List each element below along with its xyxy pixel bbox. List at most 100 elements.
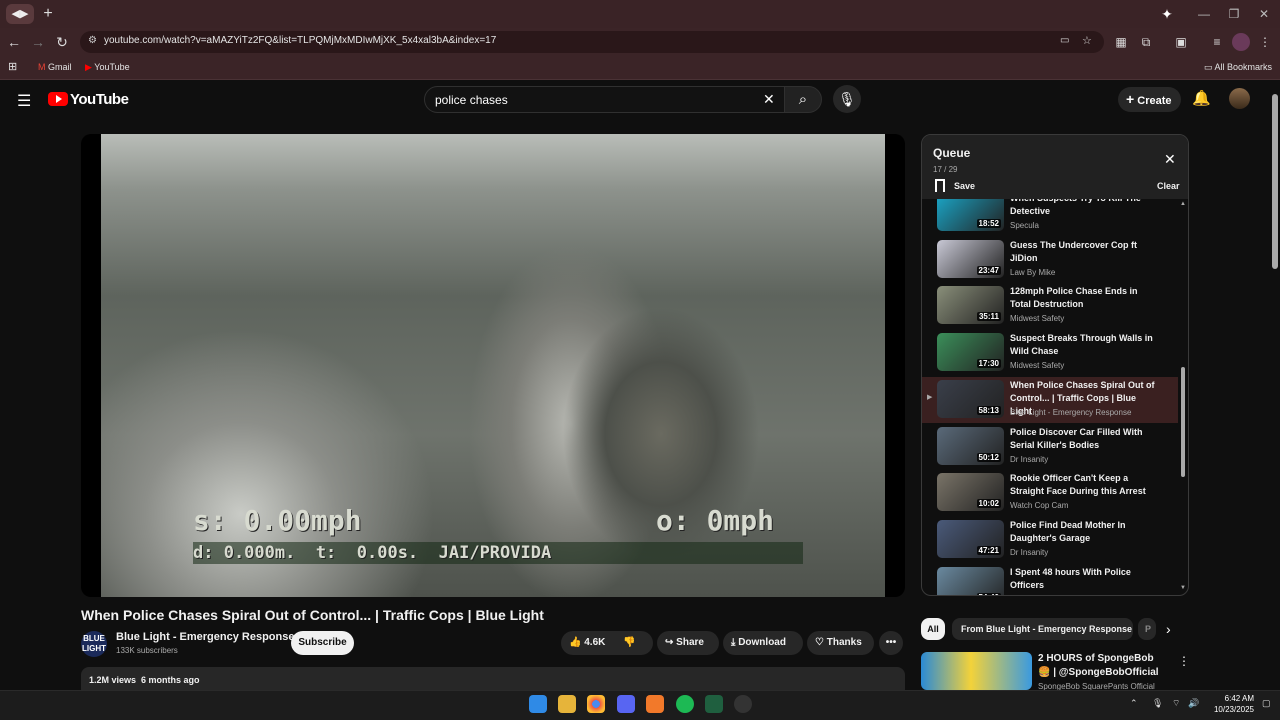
queue-item[interactable]: ▶ 58:13 When Police Chases Spiral Out of C… [922, 376, 1178, 423]
subscribe-button[interactable]: Subscribe [291, 631, 354, 655]
channel-name[interactable]: Blue Light - Emergency Response [116, 631, 294, 643]
new-tab-button[interactable]: + [40, 4, 56, 24]
queue-item[interactable]: 17:30 Suspect Breaks Through Walls in Wil… [922, 330, 1178, 376]
queue-item-title[interactable]: Guess The Undercover Cop ft JiDion [1010, 239, 1160, 265]
recommendation-thumbnail[interactable] [921, 652, 1032, 690]
chip-partial[interactable]: P [1138, 618, 1156, 640]
like-button[interactable]: 👍 4.6K [569, 637, 605, 648]
bookmark-star-icon[interactable]: ☆ [1082, 34, 1092, 47]
queue-item-title[interactable]: I Spent 48 hours With Police Officers [1010, 566, 1160, 592]
queue-item-thumbnail[interactable]: 47:21 [937, 519, 1004, 558]
close-queue-icon[interactable]: ✕ [1164, 151, 1176, 168]
chip-from-channel[interactable]: From Blue Light - Emergency Response [952, 618, 1133, 640]
queue-item[interactable]: 18:52 When Suspects Try To Kill The Detec… [922, 199, 1178, 236]
plus-icon: + [1126, 91, 1135, 107]
wifi-icon[interactable]: ⌔ [1172, 698, 1180, 709]
extension-icon[interactable]: ▦ [1112, 33, 1130, 51]
restore-button[interactable]: ❐ [1224, 4, 1244, 24]
browser-tab[interactable]: ◀▶ [6, 4, 34, 24]
excel-icon[interactable] [705, 695, 723, 713]
save-bookmark-icon[interactable] [935, 179, 945, 192]
profile-avatar-icon[interactable] [1232, 33, 1250, 51]
queue-item-thumbnail[interactable]: 35:11 [937, 286, 1004, 325]
queue-item-thumbnail[interactable]: 58:13 [937, 379, 1004, 418]
hamburger-menu-icon[interactable]: ☰ [17, 91, 31, 111]
back-icon[interactable]: ← [4, 32, 24, 52]
queue-item-title[interactable]: 128mph Police Chase Ends in Total Destru… [1010, 285, 1160, 311]
close-window-button[interactable]: ✕ [1254, 4, 1274, 24]
notification-center-icon[interactable]: ▢ [1262, 698, 1271, 709]
recommendation-title[interactable]: 2 HOURS of SpongeBob 🍔 | @SpongeBobOffic… [1038, 652, 1168, 680]
all-bookmarks-button[interactable]: ▭ All Bookmarks [1204, 60, 1272, 74]
clear-search-icon[interactable]: ✕ [763, 91, 775, 108]
queue-item-thumbnail[interactable]: 17:30 [937, 333, 1004, 372]
tab-search-icon[interactable]: ▣ [1172, 33, 1190, 51]
queue-item-title[interactable]: Police Discover Car Filled With Serial K… [1010, 426, 1160, 452]
youtube-logo-icon[interactable] [48, 92, 68, 106]
queue-item-title[interactable]: When Suspects Try To Kill The Detective [1010, 199, 1160, 218]
recommendation-menu-icon[interactable]: ⋮ [1178, 654, 1190, 668]
voice-search-button[interactable]: 🎙 [833, 85, 861, 113]
queue-item[interactable]: 10:02 Rookie Officer Can't Keep a Straigh… [922, 470, 1178, 516]
address-bar[interactable]: ⚙ youtube.com/watch?v=aMAZYiTz2FQ&list=T… [80, 31, 1104, 53]
bookmark-gmail[interactable]: M Gmail [38, 60, 72, 74]
scroll-down-icon[interactable]: ▼ [1180, 585, 1186, 591]
browser-menu-icon[interactable]: ⋮ [1256, 33, 1274, 51]
queue-item-title[interactable]: Police Find Dead Mother In Daughter's Ga… [1010, 519, 1160, 545]
queue-item-thumbnail[interactable]: 23:47 [937, 239, 1004, 278]
volume-icon[interactable]: 🔊 [1188, 698, 1199, 709]
queue-item[interactable]: 23:47 Guess The Undercover Cop ft JiDion L… [922, 237, 1178, 283]
install-icon[interactable]: ▭ [1060, 35, 1069, 46]
queue-item[interactable]: 35:11 128mph Police Chase Ends in Total D… [922, 283, 1178, 329]
apps-grid-icon[interactable]: ⊞ [8, 60, 17, 74]
download-button[interactable]: ⤓ Download [723, 631, 803, 655]
video-player[interactable]: s: 0.00mph o: 0mph d: 0.000m. t: 0.00s. … [81, 134, 905, 597]
file-explorer-icon[interactable] [558, 695, 576, 713]
channel-avatar[interactable]: BLUE LIGHT [81, 631, 107, 657]
spotify-icon[interactable] [676, 695, 694, 713]
more-actions-button[interactable]: ••• [879, 631, 903, 655]
search-input[interactable]: police chases ✕ [424, 86, 786, 113]
extensions-puzzle-icon[interactable]: ⧉ [1137, 33, 1155, 51]
chip-all[interactable]: All [921, 618, 945, 640]
youtube-logo-text[interactable]: YouTube [70, 91, 129, 108]
clear-button[interactable]: Clear [1157, 181, 1180, 191]
queue-item-title[interactable]: Suspect Breaks Through Walls in Wild Cha… [1010, 332, 1160, 358]
queue-item[interactable]: 50:12 Police Discover Car Filled With Ser… [922, 424, 1178, 470]
queue-item-thumbnail[interactable]: 50:12 [937, 426, 1004, 465]
queue-scroll-thumb[interactable] [1181, 367, 1185, 477]
gemini-icon[interactable]: ✦ [1158, 5, 1176, 23]
windows-start-icon[interactable] [529, 695, 547, 713]
queue-item-thumbnail[interactable]: 54:40 [937, 566, 1004, 595]
queue-item-thumbnail[interactable]: 18:52 [937, 199, 1004, 231]
scroll-up-icon[interactable]: ▲ [1180, 201, 1186, 207]
queue-item[interactable]: 54:40 I Spent 48 hours With Police Office… [922, 564, 1178, 595]
app-icon-bug[interactable] [734, 695, 752, 713]
forward-icon[interactable]: → [28, 32, 48, 52]
site-info-icon[interactable]: ⚙ [88, 35, 97, 46]
app-icon-a[interactable] [646, 695, 664, 713]
minimize-button[interactable]: — [1194, 4, 1214, 24]
bookmark-youtube[interactable]: ▶ YouTube [85, 60, 130, 74]
chevron-right-icon[interactable]: › [1166, 621, 1171, 637]
save-button[interactable]: Save [954, 181, 975, 191]
queue-item-title[interactable]: Rookie Officer Can't Keep a Straight Fac… [1010, 472, 1160, 498]
system-clock[interactable]: 6:42 AM 10/23/2025 [1208, 693, 1254, 715]
page-scrollbar[interactable] [1272, 94, 1278, 269]
account-avatar[interactable] [1229, 88, 1250, 109]
thanks-button[interactable]: ♡ Thanks [807, 631, 874, 655]
search-button[interactable]: ⌕ [784, 86, 822, 113]
queue-item-thumbnail[interactable]: 10:02 [937, 473, 1004, 512]
discord-icon[interactable] [617, 695, 635, 713]
notifications-bell-icon[interactable]: 🔔 [1192, 89, 1211, 107]
dislike-button[interactable]: 👎 [623, 631, 635, 655]
share-button[interactable]: ↪ Share [657, 631, 719, 655]
create-button[interactable]: + Create [1118, 87, 1181, 112]
reload-icon[interactable]: ↻ [52, 32, 72, 52]
microphone-tray-icon[interactable]: 🎙 [1152, 698, 1163, 709]
duration-badge: 10:02 [976, 499, 1001, 509]
tray-chevron-icon[interactable]: ⌃ [1130, 698, 1138, 709]
chrome-icon[interactable] [587, 695, 605, 713]
queue-item[interactable]: 47:21 Police Find Dead Mother In Daughter… [922, 517, 1178, 563]
media-control-icon[interactable]: ≡ [1208, 33, 1226, 51]
